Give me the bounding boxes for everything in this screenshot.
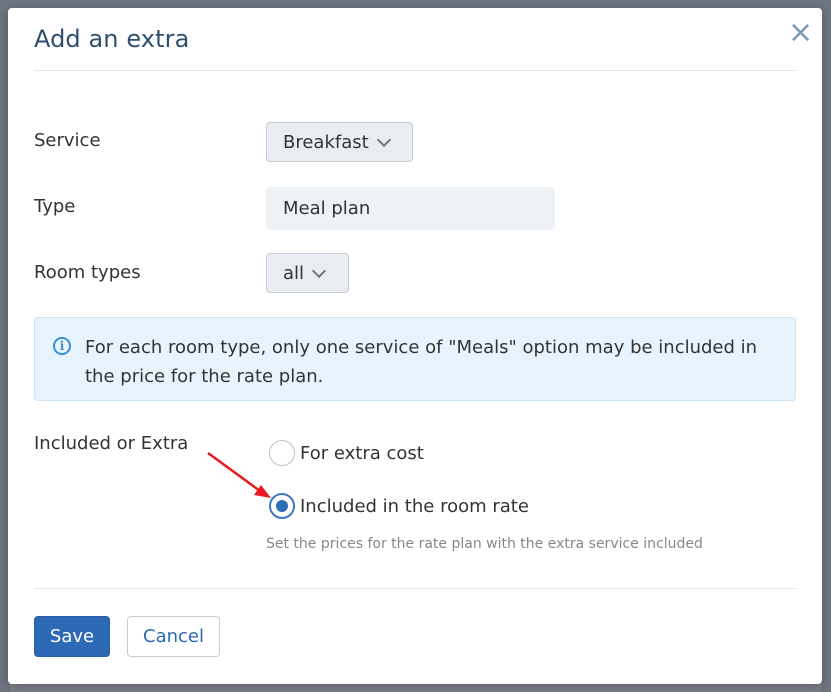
radio-option-included[interactable]: Included in the room rate (269, 493, 529, 519)
background-top (0, 0, 831, 8)
service-select-value: Breakfast (283, 131, 369, 153)
room-types-label: Room types (34, 262, 141, 283)
chevron-down-icon (376, 132, 391, 147)
add-extra-dialog: Add an extra × Service Breakfast Type Me… (8, 8, 822, 684)
radio-option-extra-cost[interactable]: For extra cost (269, 440, 424, 466)
service-select[interactable]: Breakfast (266, 122, 413, 162)
included-hint-text: Set the prices for the rate plan with th… (266, 536, 703, 552)
dialog-title: Add an extra (34, 25, 190, 53)
close-icon[interactable]: × (788, 18, 813, 48)
cancel-button[interactable]: Cancel (127, 616, 220, 657)
background-right (821, 0, 831, 692)
radio-button-included[interactable] (269, 493, 295, 519)
radio-label-included: Included in the room rate (300, 495, 529, 517)
chevron-down-icon (311, 263, 327, 278)
room-types-select-value: all (283, 262, 305, 284)
footer-divider (34, 588, 796, 589)
header-divider (34, 70, 796, 71)
info-circle-icon: i (53, 337, 71, 355)
radio-button-extra-cost[interactable] (269, 440, 295, 466)
info-alert: i For each room type, only one service o… (34, 317, 796, 401)
info-alert-text: For each room type, only one service of … (85, 337, 758, 387)
save-button[interactable]: Save (34, 616, 110, 657)
included-or-extra-label: Included or Extra (34, 433, 189, 454)
radio-label-extra-cost: For extra cost (300, 442, 424, 464)
service-label: Service (34, 130, 101, 151)
type-label: Type (34, 196, 76, 217)
type-field: Meal plan (266, 187, 555, 230)
room-types-select[interactable]: all (266, 253, 349, 293)
